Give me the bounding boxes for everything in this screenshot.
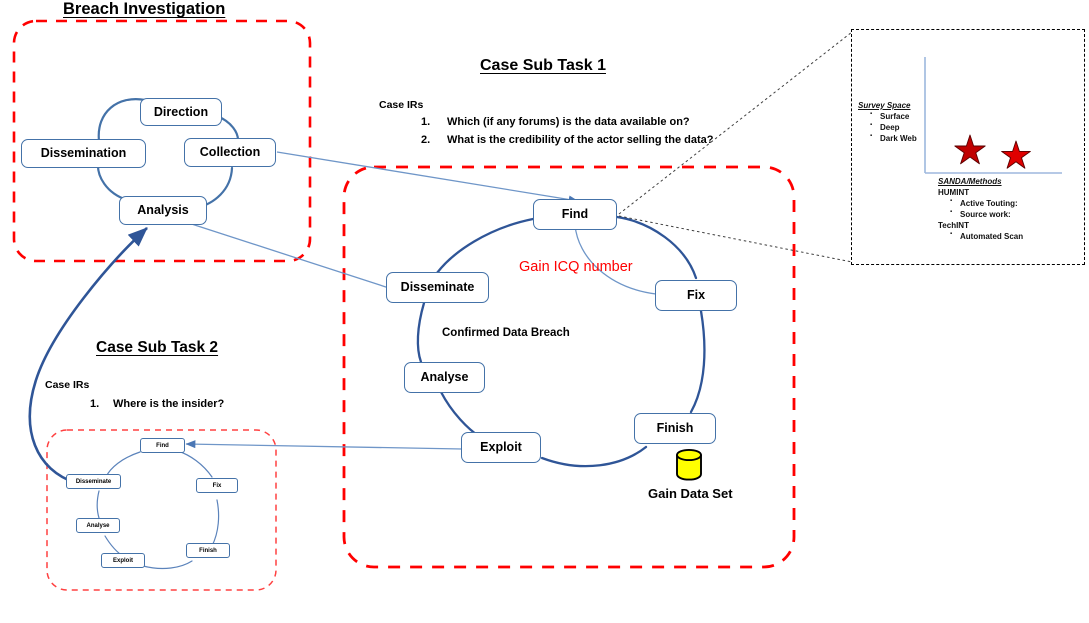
- label-gain-data-set: Gain Data Set: [648, 486, 733, 501]
- node-label: Disseminate: [400, 280, 475, 295]
- humint-item: Active Touting:: [950, 197, 1078, 209]
- node-label: Analyse: [86, 522, 110, 529]
- node-label: Exploit: [480, 440, 522, 455]
- title-sub-task-1: Case Sub Task 1: [480, 57, 606, 74]
- node-label: Find: [561, 207, 589, 222]
- methods-group-humint: HUMINT: [938, 188, 970, 198]
- sub-task-1-ir-1-text: Which (if any forums) is the data availa…: [447, 116, 690, 128]
- node-label: Fix: [212, 482, 222, 489]
- node-label: Finish: [656, 421, 694, 436]
- title-sub-task-2: Case Sub Task 2: [96, 339, 219, 356]
- survey-space-heading: Survey Space: [858, 101, 911, 110]
- database-icon: [676, 448, 702, 481]
- node-dissemination[interactable]: Dissemination: [21, 139, 146, 168]
- arrow-collection-to-find: [276, 151, 579, 204]
- sub-task-2-ir-1-number: 1.: [90, 398, 100, 410]
- humint-item: Source work:: [950, 208, 1078, 220]
- node-label: Exploit: [112, 557, 133, 564]
- sanda-methods-block: SANDA/Methods HUMINT Active Touting: Sou…: [938, 176, 1078, 242]
- callout-lines: [618, 31, 853, 263]
- sub-task-2-ir-1-text: Where is the insider?: [113, 398, 225, 410]
- sub-task-1-ir-2-number: 2.: [421, 134, 431, 146]
- node-label: Analyse: [420, 370, 469, 385]
- survey-space-block: Survey Space Surface Deep Dark Web: [858, 100, 928, 144]
- sub-task-2-irs-heading: Case IRs: [45, 379, 90, 391]
- node-label: Disseminate: [75, 478, 112, 485]
- node-analysis[interactable]: Analysis: [119, 196, 207, 225]
- survey-space-item: Surface: [870, 110, 928, 122]
- survey-space-list: Surface Deep Dark Web: [858, 110, 928, 144]
- annotation-confirmed-data-breach: Confirmed Data Breach: [442, 327, 570, 339]
- node-analyse[interactable]: Analyse: [404, 362, 485, 393]
- node-label: Fix: [686, 288, 706, 303]
- node-find[interactable]: Find: [533, 199, 617, 230]
- diagram-canvas: Breach Investigation Case Sub Task 1 Cas…: [0, 0, 1089, 623]
- survey-space-item: Dark Web: [870, 132, 928, 144]
- sub-task-1-ir-2-text: What is the credibility of the actor sel…: [447, 134, 714, 146]
- node-disseminate[interactable]: Disseminate: [386, 272, 489, 303]
- node-label: Finish: [199, 547, 217, 554]
- group-box-sub-task-2: [46, 429, 277, 591]
- subtask2-node-exploit[interactable]: Exploit: [101, 553, 145, 568]
- subtask2-node-fix[interactable]: Fix: [196, 478, 238, 493]
- title-breach-investigation: Breach Investigation: [63, 0, 226, 18]
- subtask2-node-disseminate[interactable]: Disseminate: [66, 474, 121, 489]
- node-label: Direction: [153, 104, 209, 119]
- sub-task-1-ir-1-number: 1.: [421, 116, 431, 128]
- sub-task-1-irs-heading: Case IRs: [379, 99, 424, 111]
- node-label: Dissemination: [40, 146, 127, 161]
- arrow-disseminate-to-analysis: [169, 216, 390, 289]
- node-exploit[interactable]: Exploit: [461, 432, 541, 463]
- arrow-exploit-to-subtask2-find: [185, 440, 463, 450]
- subtask2-node-find[interactable]: Find: [140, 438, 185, 453]
- annotation-gain-icq-number: Gain ICQ number: [519, 259, 633, 275]
- node-direction[interactable]: Direction: [140, 98, 222, 126]
- subtask2-node-finish[interactable]: Finish: [186, 543, 230, 558]
- node-fix[interactable]: Fix: [655, 280, 737, 311]
- techint-item: Automated Scan: [950, 230, 1078, 242]
- sanda-methods-heading: SANDA/Methods: [938, 177, 1002, 186]
- node-label: Find: [156, 442, 169, 449]
- node-finish[interactable]: Finish: [634, 413, 716, 444]
- humint-list: Active Touting: Source work:: [938, 197, 1078, 220]
- node-label: Collection: [199, 145, 261, 160]
- node-collection[interactable]: Collection: [184, 138, 276, 167]
- techint-list: Automated Scan: [938, 230, 1078, 242]
- methods-group-techint: TechINT: [938, 221, 969, 231]
- node-label: Analysis: [137, 203, 189, 218]
- survey-space-item: Deep: [870, 121, 928, 133]
- subtask2-node-analyse[interactable]: Analyse: [76, 518, 120, 533]
